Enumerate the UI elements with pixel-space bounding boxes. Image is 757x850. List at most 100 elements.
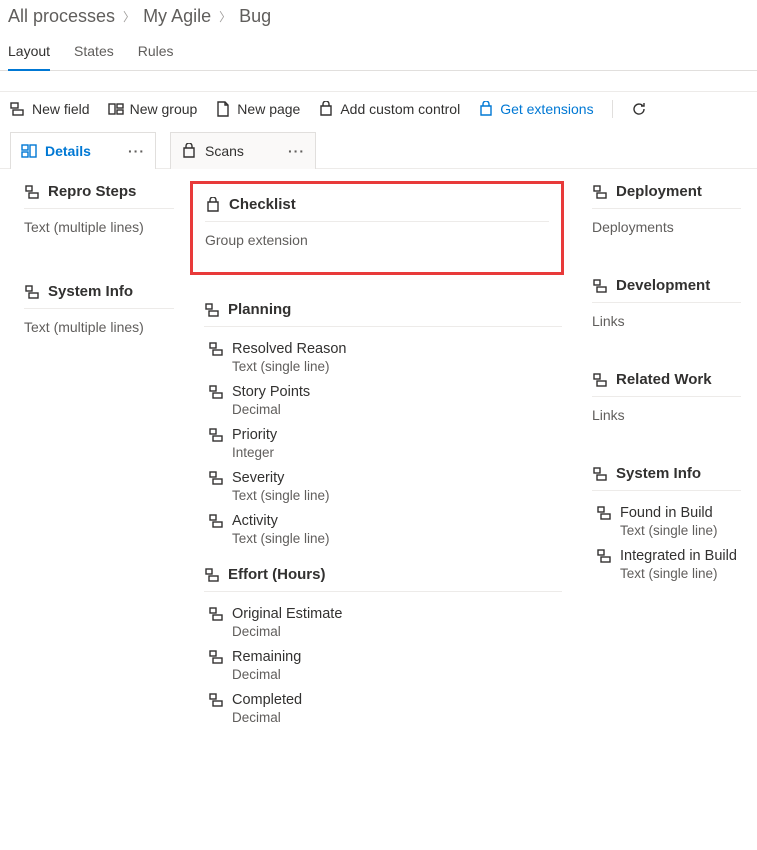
new-page-button[interactable]: New page (215, 101, 300, 117)
breadcrumb-my-agile[interactable]: My Agile (143, 6, 211, 27)
add-custom-control-button[interactable]: Add custom control (318, 101, 460, 117)
group-subtext: Deployments (592, 209, 741, 239)
tab-states[interactable]: States (74, 43, 114, 70)
field-type: Text (single line) (208, 531, 562, 546)
field-name: Resolved Reason (232, 341, 346, 357)
field-type: Text (single line) (596, 566, 741, 581)
stack-icon (24, 284, 40, 300)
field-name: Remaining (232, 649, 301, 665)
stack-icon (592, 466, 608, 482)
group-development[interactable]: Development Links (592, 277, 741, 333)
stack-icon (592, 278, 608, 294)
chevron-right-icon: 〉 (219, 8, 231, 25)
bag-icon (181, 143, 197, 159)
stack-icon (208, 470, 224, 486)
group-title: Planning (228, 301, 291, 318)
tab-layout[interactable]: Layout (8, 43, 50, 71)
stack-icon (204, 567, 220, 583)
field-found-in-build[interactable]: Found in Build Text (single line) (592, 505, 741, 538)
field-type: Text (single line) (596, 523, 741, 538)
group-subtext: Group extension (205, 222, 549, 252)
breadcrumb: All processes 〉 My Agile 〉 Bug (0, 0, 757, 29)
column-middle: Checklist Group extension Planning Resol… (204, 183, 562, 725)
group-subtext: Text (multiple lines) (24, 209, 174, 239)
layout-tab-scans[interactable]: Scans ··· (170, 132, 316, 169)
stack-icon (596, 505, 612, 521)
stack-icon (208, 384, 224, 400)
group-deployment[interactable]: Deployment Deployments (592, 183, 741, 239)
field-completed[interactable]: Completed Decimal (204, 692, 562, 725)
stack-icon (596, 548, 612, 564)
field-priority[interactable]: Priority Integer (204, 427, 562, 460)
group-title: Checklist (229, 196, 296, 213)
tab-rules[interactable]: Rules (138, 43, 174, 70)
group-subtext: Text (multiple lines) (24, 309, 174, 339)
group-subtext: Links (592, 397, 741, 427)
page-icon (215, 101, 231, 117)
field-original-estimate[interactable]: Original Estimate Decimal (204, 606, 562, 639)
field-resolved-reason[interactable]: Resolved Reason Text (single line) (204, 341, 562, 374)
more-icon[interactable]: ··· (288, 143, 305, 159)
more-icon[interactable]: ··· (128, 143, 145, 159)
get-extensions-label: Get extensions (500, 101, 593, 117)
layout-columns: Repro Steps Text (multiple lines) System… (0, 169, 757, 755)
field-name: Completed (232, 692, 302, 708)
chevron-right-icon: 〉 (123, 8, 135, 25)
refresh-button[interactable] (631, 101, 647, 117)
new-field-label: New field (32, 101, 90, 117)
group-subtext: Links (592, 303, 741, 333)
layout-icon (21, 143, 37, 159)
field-type: Decimal (208, 624, 562, 639)
stack-icon (208, 649, 224, 665)
new-group-button[interactable]: New group (108, 101, 198, 117)
field-integrated-in-build[interactable]: Integrated in Build Text (single line) (592, 548, 741, 581)
layout-tab-details-label: Details (45, 143, 91, 159)
group-checklist[interactable]: Checklist Group extension (205, 196, 549, 252)
field-name: Found in Build (620, 505, 713, 521)
field-story-points[interactable]: Story Points Decimal (204, 384, 562, 417)
layout-toolbar: New field New group New page Add custom … (0, 92, 757, 126)
field-type: Integer (208, 445, 562, 460)
group-title: System Info (48, 283, 133, 300)
stack-icon (204, 302, 220, 318)
group-title: Deployment (616, 183, 702, 200)
layout-tab-scans-label: Scans (205, 143, 244, 159)
field-type: Decimal (208, 402, 562, 417)
new-page-label: New page (237, 101, 300, 117)
field-name: Priority (232, 427, 277, 443)
group-effort[interactable]: Effort (Hours) Original Estimate Decimal… (204, 566, 562, 725)
group-system-info-left[interactable]: System Info Text (multiple lines) (24, 283, 174, 339)
group-title: Development (616, 277, 710, 294)
field-type: Text (single line) (208, 488, 562, 503)
group-title: Effort (Hours) (228, 566, 326, 583)
layout-tab-details[interactable]: Details ··· (10, 132, 156, 169)
column-right: Deployment Deployments Development Links… (592, 183, 741, 725)
layout-page-tabs: Details ··· Scans ··· (0, 126, 757, 169)
field-activity[interactable]: Activity Text (single line) (204, 513, 562, 546)
add-custom-control-label: Add custom control (340, 101, 460, 117)
field-severity[interactable]: Severity Text (single line) (204, 470, 562, 503)
field-name: Original Estimate (232, 606, 342, 622)
breadcrumb-all-processes[interactable]: All processes (8, 6, 115, 27)
highlighted-checklist-group: Checklist Group extension (190, 181, 564, 275)
group-related-work[interactable]: Related Work Links (592, 371, 741, 427)
field-type: Decimal (208, 710, 562, 725)
column-left: Repro Steps Text (multiple lines) System… (24, 183, 174, 725)
bag-icon (318, 101, 334, 117)
field-type: Decimal (208, 667, 562, 682)
field-name: Activity (232, 513, 278, 529)
divider (612, 100, 613, 118)
group-title: System Info (616, 465, 701, 482)
get-extensions-link[interactable]: Get extensions (478, 101, 593, 117)
field-name: Integrated in Build (620, 548, 737, 564)
new-field-button[interactable]: New field (10, 101, 90, 117)
group-system-info-right[interactable]: System Info Found in Build Text (single … (592, 465, 741, 581)
refresh-icon (631, 101, 647, 117)
group-repro-steps[interactable]: Repro Steps Text (multiple lines) (24, 183, 174, 239)
field-remaining[interactable]: Remaining Decimal (204, 649, 562, 682)
new-group-label: New group (130, 101, 198, 117)
stack-icon (592, 184, 608, 200)
breadcrumb-bug[interactable]: Bug (239, 6, 271, 27)
group-planning[interactable]: Planning Resolved Reason Text (single li… (204, 301, 562, 546)
stack-icon (208, 606, 224, 622)
